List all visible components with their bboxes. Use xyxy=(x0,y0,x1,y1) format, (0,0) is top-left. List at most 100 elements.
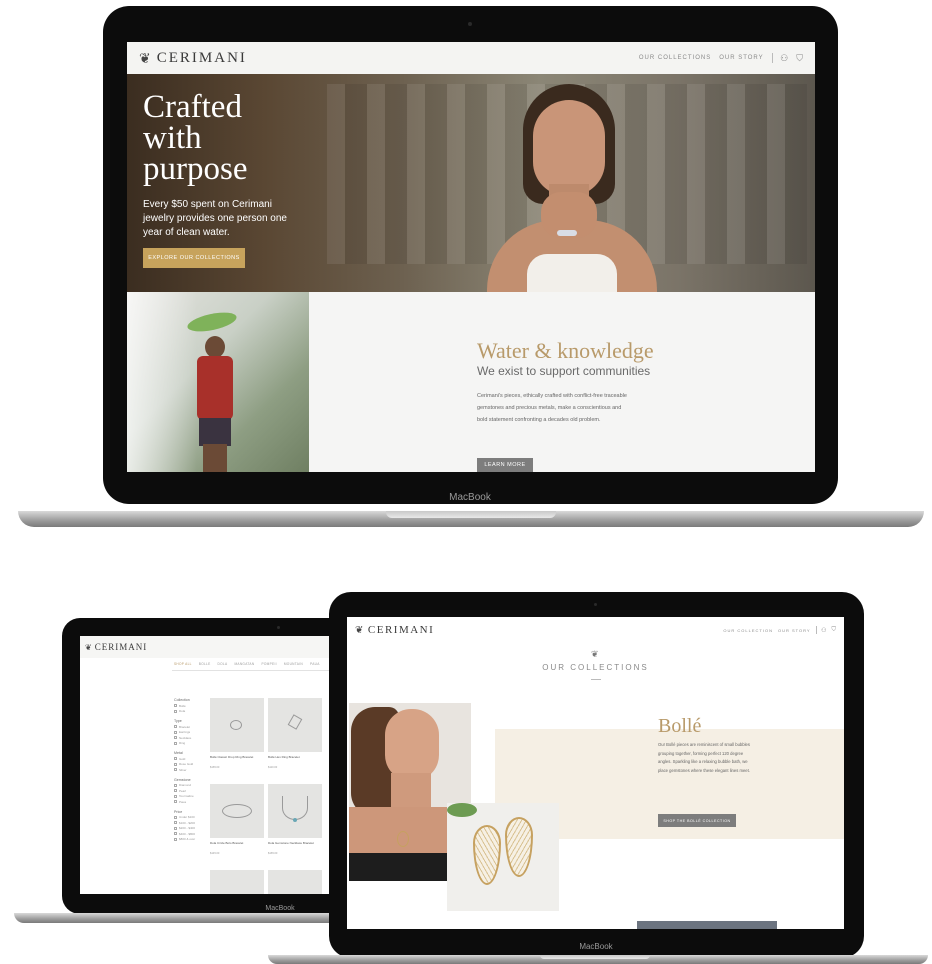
hex-ring-icon xyxy=(287,714,303,730)
filter-option[interactable]: Dola xyxy=(174,709,204,715)
device-label-left: MacBook xyxy=(265,905,295,912)
collections-brand-name: CERIMANI xyxy=(367,624,435,636)
filter-title-metal: Metal xyxy=(174,751,183,755)
mission-title: Water & knowledge xyxy=(477,338,654,363)
product-price: $145.00 xyxy=(210,852,220,855)
filter-title-collection: Collection xyxy=(174,698,190,702)
pendant-icon xyxy=(293,818,297,822)
hero-body: Every $50 spent on Cerimani jewelry prov… xyxy=(143,199,287,238)
filter-option[interactable]: Silver xyxy=(174,767,204,773)
nav-our-collection[interactable]: OUR COLLECTION xyxy=(723,628,773,633)
shop-header: ❦ CERIMANI xyxy=(80,636,350,658)
product-image[interactable] xyxy=(210,784,264,838)
lotus-icon: ❦ xyxy=(85,642,93,652)
account-icon[interactable]: ⚇ xyxy=(780,53,788,64)
shop-bolle-collection-button[interactable]: SHOP THE BOLLÉ COLLECTION xyxy=(658,814,736,827)
collection-body: Our Bollé pieces are reminiscent of smal… xyxy=(658,742,750,773)
model-top xyxy=(527,254,617,292)
product-name[interactable]: Dola Circle Bolo Bracelet xyxy=(210,841,260,846)
filter-option[interactable]: $800 & over xyxy=(174,837,204,843)
tab-pompeii[interactable]: POMPEII xyxy=(261,662,276,666)
tab-dola[interactable]: DOLA xyxy=(218,662,228,666)
hero-model-image xyxy=(487,84,657,292)
nav-our-story[interactable]: OUR STORY xyxy=(778,628,811,633)
camera-dot xyxy=(468,22,472,26)
product-image[interactable] xyxy=(268,784,322,838)
collections-brand-logo[interactable]: ❦ CERIMANI xyxy=(355,624,434,636)
device-label-right: MacBook xyxy=(579,942,613,951)
account-icon[interactable]: ⚇ xyxy=(821,627,826,634)
product-price: $165.00 xyxy=(268,852,278,855)
mission-subtitle: We exist to support communities xyxy=(477,364,651,378)
hero-headline-line-2: with xyxy=(143,120,202,156)
hero-headline: Crafted with purpose xyxy=(143,91,247,186)
main-site-header: ❦ CERIMANI OUR COLLECTIONS OUR STORY ⚇ ⛉ xyxy=(127,42,815,74)
product-price: $110.00 xyxy=(268,766,278,769)
product-image[interactable] xyxy=(268,698,322,752)
collection-title: Bollé xyxy=(658,715,702,737)
bracelet-icon xyxy=(222,804,252,818)
mission-body: Cerimani's pieces, ethically crafted wit… xyxy=(477,393,627,423)
product-name[interactable]: Bollé Hex Ring Bracelet xyxy=(268,755,318,760)
filter-option[interactable]: Paua xyxy=(174,799,204,805)
product-image[interactable] xyxy=(210,698,264,752)
boy-shorts xyxy=(199,418,231,446)
collections-heading: OUR COLLECTIONS xyxy=(542,663,649,672)
main-site-screen: ❦ CERIMANI OUR COLLECTIONS OUR STORY ⚇ ⛉… xyxy=(127,42,815,472)
earrings-image xyxy=(447,803,559,911)
lotus-icon: ❦ xyxy=(139,49,153,66)
next-section-bar xyxy=(637,921,777,929)
tab-mangatan[interactable]: MANGATAN xyxy=(234,662,254,666)
tab-mountain[interactable]: MOUNTAIN xyxy=(284,662,303,666)
camera-dot-left xyxy=(277,626,280,629)
product-name[interactable]: Bollé Classic Drop Ring Bracelet xyxy=(210,755,260,760)
earring-icon xyxy=(505,817,533,877)
product-image[interactable] xyxy=(210,870,264,894)
lotus-icon: ❦ xyxy=(355,624,365,636)
filter-title-type: Type xyxy=(174,719,182,723)
boy-head xyxy=(205,336,225,358)
product-image[interactable] xyxy=(268,870,322,894)
filter-sidebar: Collection Bollé Dola Type Bracelet Earr… xyxy=(174,698,204,842)
tab-shop-all[interactable]: SHOP ALL xyxy=(174,662,192,666)
filter-title-gemstone: Gemstone xyxy=(174,777,191,782)
bracelet-icon xyxy=(557,230,577,236)
collections-lotus-icon: ❦ xyxy=(591,649,599,659)
shop-brand-logo[interactable]: ❦ CERIMANI xyxy=(85,642,147,652)
tab-bolle[interactable]: BOLLE xyxy=(199,662,211,666)
tabs-underline xyxy=(172,670,342,671)
camera-dot-right xyxy=(594,603,597,606)
boy-shirt xyxy=(197,356,233,420)
divider xyxy=(771,53,773,63)
mission-section: Water & knowledge We exist to support co… xyxy=(309,292,815,472)
product-price: $165.00 xyxy=(210,766,220,769)
shop-category-tabs: SHOP ALL BOLLE DOLA MANGATAN POMPEII MOU… xyxy=(174,662,320,666)
earring-icon xyxy=(473,825,501,885)
ring-icon xyxy=(230,720,242,730)
model-face xyxy=(533,100,605,196)
nav-our-story[interactable]: OUR STORY xyxy=(719,55,763,61)
main-nav: OUR COLLECTIONS OUR STORY ⚇ ⛉ xyxy=(639,53,803,64)
heading-rule xyxy=(591,679,601,680)
shop-laptop-base xyxy=(14,913,354,923)
explore-collections-button[interactable]: EXPLORE OUR COLLECTIONS xyxy=(143,248,245,268)
filter-title-price: Price xyxy=(174,809,183,814)
learn-more-button[interactable]: LEARN MORE xyxy=(477,458,533,472)
brand-logo[interactable]: ❦ CERIMANI xyxy=(139,50,247,67)
divider xyxy=(815,626,817,634)
product-name[interactable]: Dola Gemstone Necklace Bracelet xyxy=(268,841,318,846)
main-laptop-notch xyxy=(386,511,556,518)
mist-overlay xyxy=(127,292,197,472)
brand-name: CERIMANI xyxy=(156,49,247,66)
necklace-icon xyxy=(282,796,308,820)
shop-brand-name: CERIMANI xyxy=(94,642,148,652)
cart-icon[interactable]: ⛉ xyxy=(831,627,836,634)
shop-site-screen: ❦ CERIMANI SHOP ALL BOLLE DOLA MANGATAN … xyxy=(80,636,350,894)
cart-icon[interactable]: ⛉ xyxy=(796,53,803,64)
filter-option[interactable]: Ring xyxy=(174,741,204,747)
collections-header: ❦ CERIMANI OUR COLLECTION OUR STORY ⚇ ⛉ xyxy=(347,617,844,643)
nav-our-collections[interactable]: OUR COLLECTIONS xyxy=(639,55,711,61)
tab-paua[interactable]: PAUA xyxy=(310,662,320,666)
collections-site-screen: ❦ CERIMANI OUR COLLECTION OUR STORY ⚇ ⛉ … xyxy=(347,617,844,929)
collections-nav: OUR COLLECTION OUR STORY ⚇ ⛉ xyxy=(723,626,836,634)
